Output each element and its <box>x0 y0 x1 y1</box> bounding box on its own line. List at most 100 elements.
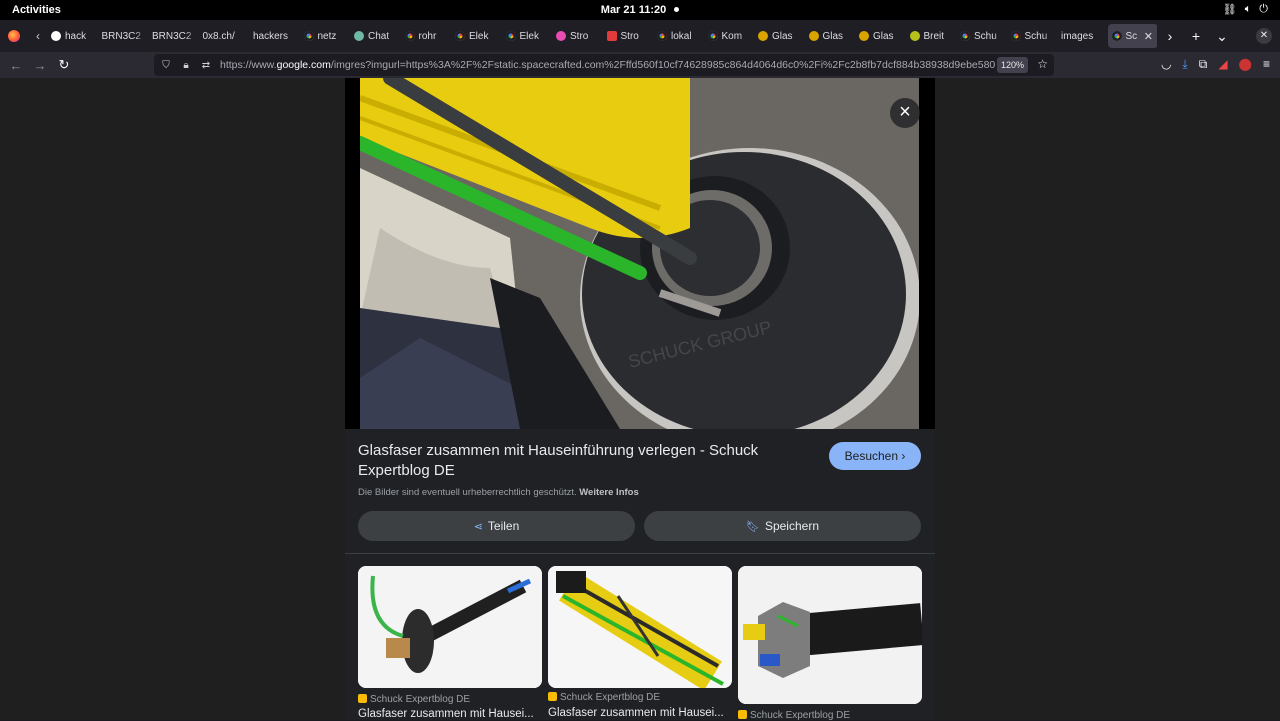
tab-label: 0x8.ch/ <box>202 30 235 42</box>
tab-9[interactable]: Elek <box>451 24 502 48</box>
save-button[interactable]: 🔖︎ Speichern <box>644 511 921 541</box>
tab-label: BRN3C2 <box>101 30 141 42</box>
divider <box>345 553 935 554</box>
tab-3[interactable]: BRN3C2 <box>148 24 199 48</box>
tab-label: Kom <box>721 30 743 42</box>
close-tab-icon[interactable]: ✕ <box>1144 30 1153 43</box>
tab-list: hack BRN3C2 BRN3C2 0x8.ch/hackers netz Chat ro… <box>47 20 1157 52</box>
related-source-3[interactable]: Schuck Expertblog DE <box>738 710 850 721</box>
system-tray[interactable]: ⛓ 🔈︎ ⏻ <box>1223 3 1268 16</box>
pocket-icon[interactable]: ◡ <box>1161 57 1171 72</box>
related-caption-1[interactable]: Glasfaser zusammen mit Hausei... <box>358 708 538 720</box>
tab-10[interactable]: Elek <box>502 24 553 48</box>
extension-red-icon[interactable]: ◢ <box>1218 57 1227 72</box>
extensions-icon[interactable]: ⧉ <box>1199 57 1208 72</box>
tab-label: images <box>1061 30 1094 42</box>
preview-photo[interactable]: SCHUCK GROUP <box>360 78 919 429</box>
related-image-3[interactable] <box>738 566 922 704</box>
tab-1[interactable]: hack <box>47 24 98 48</box>
forward-button[interactable]: → <box>28 58 52 73</box>
tab-label: Schu <box>974 30 997 42</box>
power-icon: ⏻ <box>1259 3 1268 15</box>
permissions-icon[interactable]: ⇄ <box>198 60 214 71</box>
network-icon: ⛓ <box>1222 4 1237 16</box>
ublock-icon[interactable]: ⬤ <box>1239 57 1252 72</box>
google-icon <box>1010 31 1021 41</box>
tab-label: Stro <box>570 30 589 42</box>
tab-2[interactable]: BRN3C2 <box>98 24 149 48</box>
back-button[interactable]: ← <box>4 58 28 73</box>
tab-label: Breit <box>923 30 945 42</box>
favicon-icon <box>606 31 617 41</box>
image-title[interactable]: Glasfaser zusammen mit Hauseinführung ve… <box>358 441 778 481</box>
tab-8[interactable]: rohr <box>401 24 452 48</box>
zoom-indicator[interactable]: 120% <box>996 57 1028 73</box>
google-icon <box>303 31 314 41</box>
tab-label: Sc <box>1125 30 1138 42</box>
favicon-icon <box>808 31 819 41</box>
bookmark-star-icon[interactable]: ☆ <box>1037 57 1048 71</box>
tab-19[interactable]: Schu <box>956 24 1007 48</box>
tab-label: Glas <box>822 30 844 42</box>
reload-button[interactable]: ↻ <box>52 57 76 73</box>
tab-21[interactable]: images <box>1057 24 1108 48</box>
favicon-icon <box>909 31 920 41</box>
tab-label: Chat <box>368 30 390 42</box>
google-icon <box>505 31 516 41</box>
lock-icon[interactable]: 🔒︎ <box>178 60 194 71</box>
tab-label: lokal <box>671 30 692 42</box>
tab-label: Stro <box>620 30 639 42</box>
tab-11[interactable]: Stro <box>552 24 603 48</box>
close-preview-button[interactable]: × <box>890 98 920 128</box>
tab-5[interactable]: hackers <box>249 24 300 48</box>
tab-strip: ‹ hack BRN3C2 BRN3C2 0x8.ch/hackers netz Chat… <box>0 20 1280 52</box>
google-icon <box>960 31 970 41</box>
related-source-1[interactable]: Schuck Expertblog DE <box>358 694 470 705</box>
new-tab-button[interactable]: + <box>1183 28 1209 44</box>
address-bar[interactable]: ⛉ 🔒︎ ⇄ https://www.google.com/imgres?img… <box>154 54 1054 76</box>
related-image-1[interactable] <box>358 566 542 688</box>
notification-dot <box>674 7 680 12</box>
url-text[interactable]: https://www.google.com/imgres?imgurl=htt… <box>220 59 1000 71</box>
related-image-2[interactable] <box>548 566 732 688</box>
tab-label: Schu <box>1024 30 1048 42</box>
tabs-scroll-left-button[interactable]: ‹ <box>29 29 47 43</box>
tabs-scroll-right-button[interactable]: › <box>1157 28 1183 44</box>
share-button[interactable]: ⋖ Teilen <box>358 511 635 541</box>
share-label: Teilen <box>487 519 520 533</box>
visit-button[interactable]: Besuchen › <box>829 442 921 470</box>
clock[interactable]: Mar 21 11:20 <box>0 4 1280 16</box>
menu-icon[interactable]: ≡ <box>1263 57 1270 72</box>
tab-12[interactable]: Stro <box>603 24 654 48</box>
favicon-icon <box>758 31 768 41</box>
tab-18[interactable]: Breit <box>906 24 957 48</box>
window-close-button[interactable]: ✕ <box>1256 28 1272 44</box>
tab-22[interactable]: Sc ✕ <box>1107 24 1157 48</box>
tracking-protection-icon[interactable]: ⛉ <box>158 60 174 71</box>
firefox-icon[interactable] <box>8 30 20 42</box>
tab-17[interactable]: Glas <box>855 24 906 48</box>
tab-16[interactable]: Glas <box>805 24 856 48</box>
tab-6[interactable]: netz <box>300 24 351 48</box>
site-favicon <box>548 692 557 701</box>
tab-4[interactable]: 0x8.ch/ <box>199 24 250 48</box>
tab-label: rohr <box>418 30 437 42</box>
save-label: Speichern <box>764 519 819 533</box>
bookmark-icon: 🔖︎ <box>745 521 760 533</box>
related-caption-2[interactable]: Glasfaser zusammen mit Hausei... <box>548 707 728 719</box>
tab-14[interactable]: Kom <box>704 24 755 48</box>
google-icon <box>455 31 465 41</box>
tab-7[interactable]: Chat <box>350 24 401 48</box>
downloads-icon[interactable]: ⤓ <box>1182 57 1187 72</box>
tab-13[interactable]: lokal <box>653 24 704 48</box>
list-all-tabs-button[interactable]: ⌄ <box>1209 28 1235 45</box>
tab-15[interactable]: Glas <box>754 24 805 48</box>
related-source-2[interactable]: Schuck Expertblog DE <box>548 692 660 703</box>
tab-label: Elek <box>519 30 539 42</box>
more-info-link[interactable]: Weitere Infos <box>579 487 638 498</box>
favicon-icon <box>354 31 364 41</box>
page-content: SCHUCK GROUP × Glasfaser zusammen mit Ha… <box>0 78 1280 721</box>
tab-20[interactable]: Schu <box>1007 24 1058 48</box>
navigation-bar: ← → ↻ ⛉ 🔒︎ ⇄ https://www.google.com/imgr… <box>0 52 1280 78</box>
volume-icon: 🔈︎ <box>1244 3 1252 15</box>
